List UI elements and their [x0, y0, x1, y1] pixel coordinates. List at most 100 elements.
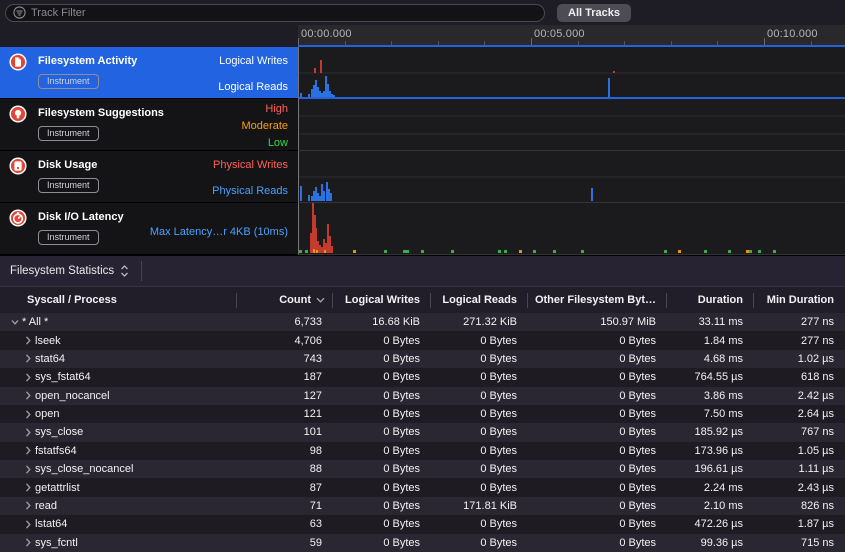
disclosure-collapsed-icon[interactable]: [21, 538, 35, 547]
track-header[interactable]: Disk I/O LatencyInstrumentMax Latency…r …: [0, 203, 298, 255]
value-cell: 0 Bytes: [333, 331, 431, 349]
table-row[interactable]: sys_fstat641870 Bytes0 Bytes0 Bytes764.5…: [0, 368, 845, 386]
table-row[interactable]: * All *6,73316.68 KiB271.32 KiB150.97 Mi…: [0, 313, 845, 331]
ruler-time-label: 00:00.000: [301, 28, 352, 40]
ruler-time-label: 00:05.000: [534, 28, 585, 40]
lane-label: High: [265, 103, 288, 115]
disk-icon: [9, 157, 27, 175]
track-row-disk-i-o-latency[interactable]: Disk I/O LatencyInstrumentMax Latency…r …: [0, 203, 845, 255]
cell-value: 0 Bytes: [383, 500, 420, 512]
value-cell: 71: [237, 497, 333, 515]
track-header[interactable]: Filesystem SuggestionsInstrumentHighMode…: [0, 99, 298, 151]
disclosure-collapsed-icon[interactable]: [21, 391, 35, 400]
track-filter-input[interactable]: [31, 7, 537, 19]
track-chart[interactable]: [298, 99, 845, 151]
cell-value: 0 Bytes: [619, 335, 656, 347]
table-row[interactable]: read710 Bytes171.81 KiB0 Bytes2.10 ms826…: [0, 497, 845, 515]
table-row[interactable]: sys_fcntl590 Bytes0 Bytes0 Bytes99.36 µs…: [0, 534, 845, 552]
table-row[interactable]: sys_close1010 Bytes0 Bytes0 Bytes185.92 …: [0, 423, 845, 441]
track-header[interactable]: Filesystem ActivityInstrumentLogical Wri…: [0, 47, 298, 99]
cell-value: 121: [304, 408, 322, 420]
timeline-ruler[interactable]: 00:00.000 00:05.000 00:10.000: [298, 25, 845, 47]
disclosure-collapsed-icon[interactable]: [21, 501, 35, 510]
track-filter-field[interactable]: [5, 4, 545, 22]
value-cell: 0 Bytes: [431, 368, 528, 386]
lane-label: Physical Writes: [213, 159, 288, 171]
disclosure-collapsed-icon[interactable]: [21, 446, 35, 455]
cell-value: 98: [310, 445, 322, 457]
column-header-syscall-process[interactable]: Syscall / Process: [0, 287, 237, 313]
cell-value: 0 Bytes: [619, 426, 656, 438]
disclosure-collapsed-icon[interactable]: [21, 520, 35, 529]
track-row-filesystem-activity[interactable]: Filesystem ActivityInstrumentLogical Wri…: [0, 47, 845, 99]
table-row[interactable]: lstat64630 Bytes0 Bytes0 Bytes472.26 µs1…: [0, 515, 845, 533]
value-cell: 0 Bytes: [528, 331, 667, 349]
value-cell: 0 Bytes: [431, 478, 528, 496]
track-row-disk-usage[interactable]: Disk UsageInstrumentPhysical WritesPhysi…: [0, 151, 845, 203]
disclosure-collapsed-icon[interactable]: [21, 428, 35, 437]
value-cell: 2.10 ms: [667, 497, 754, 515]
column-header-logical-reads[interactable]: Logical Reads: [431, 287, 528, 313]
track-chart[interactable]: [298, 151, 845, 203]
column-header-min-duration[interactable]: Min Duration: [754, 287, 845, 313]
table-row[interactable]: fstatfs64980 Bytes0 Bytes0 Bytes173.96 µ…: [0, 442, 845, 460]
instrument-badge: Instrument: [38, 178, 99, 193]
value-cell: 0 Bytes: [528, 368, 667, 386]
syscall-name: stat64: [35, 353, 65, 365]
table-row[interactable]: sys_close_nocancel880 Bytes0 Bytes0 Byte…: [0, 460, 845, 478]
value-cell: 0 Bytes: [333, 515, 431, 533]
syscall-cell: * All *: [0, 313, 237, 331]
cell-value: 743: [304, 353, 322, 365]
cell-value: 0 Bytes: [619, 408, 656, 420]
ruler-minor-tick: [671, 41, 672, 45]
column-header-duration[interactable]: Duration: [667, 287, 754, 313]
disclosure-expanded-icon[interactable]: [8, 318, 22, 327]
value-cell: 187: [237, 368, 333, 386]
syscall-name: * All *: [22, 316, 48, 328]
cell-value: 0 Bytes: [480, 537, 517, 549]
cell-value: 87: [310, 482, 322, 494]
cell-value: 185.92 µs: [694, 426, 743, 438]
cell-value: 715 ns: [801, 537, 834, 549]
disclosure-collapsed-icon[interactable]: [21, 483, 35, 492]
disclosure-collapsed-icon[interactable]: [21, 410, 35, 419]
track-header[interactable]: Disk UsageInstrumentPhysical WritesPhysi…: [0, 151, 298, 203]
cell-value: 3.86 ms: [704, 390, 743, 402]
column-header-logical-writes[interactable]: Logical Writes: [333, 287, 431, 313]
ruler-minor-tick: [624, 41, 625, 45]
cell-value: 277 ns: [801, 335, 834, 347]
track-chart[interactable]: [298, 203, 845, 255]
disclosure-collapsed-icon[interactable]: [21, 465, 35, 474]
track-row-filesystem-suggestions[interactable]: Filesystem SuggestionsInstrumentHighMode…: [0, 99, 845, 151]
cell-value: 171.81 KiB: [463, 500, 517, 512]
cell-value: 0 Bytes: [619, 537, 656, 549]
value-cell: 0 Bytes: [431, 515, 528, 533]
syscall-name: read: [35, 500, 57, 512]
table-row[interactable]: open1210 Bytes0 Bytes0 Bytes7.50 ms2.64 …: [0, 405, 845, 423]
value-cell: 767 ns: [754, 423, 845, 441]
disclosure-collapsed-icon[interactable]: [21, 354, 35, 363]
all-tracks-button[interactable]: All Tracks: [557, 4, 631, 22]
value-cell: 0 Bytes: [333, 478, 431, 496]
cell-value: 472.26 µs: [694, 518, 743, 530]
syscall-cell: getattrlist: [0, 478, 237, 496]
cell-value: 0 Bytes: [480, 426, 517, 438]
disclosure-collapsed-icon[interactable]: [21, 336, 35, 345]
disclosure-collapsed-icon[interactable]: [21, 373, 35, 382]
ruler-time-label: 00:10.000: [767, 28, 818, 40]
value-cell: 2.64 µs: [754, 405, 845, 423]
suggestion-icon: [9, 105, 27, 123]
value-cell: 6,733: [237, 313, 333, 331]
column-header-other-filesystem-byt-[interactable]: Other Filesystem Byt…: [528, 287, 667, 313]
table-row[interactable]: open_nocancel1270 Bytes0 Bytes0 Bytes3.8…: [0, 387, 845, 405]
detail-view-selector[interactable]: Filesystem Statistics: [10, 265, 114, 277]
track-chart[interactable]: [298, 47, 845, 99]
cell-value: 0 Bytes: [619, 500, 656, 512]
cell-value: 764.55 µs: [694, 371, 743, 383]
value-cell: 0 Bytes: [528, 405, 667, 423]
cell-value: 0 Bytes: [480, 518, 517, 530]
column-header-count[interactable]: Count: [237, 287, 333, 313]
table-row[interactable]: getattrlist870 Bytes0 Bytes0 Bytes2.24 m…: [0, 478, 845, 496]
table-row[interactable]: stat647430 Bytes0 Bytes0 Bytes4.68 ms1.0…: [0, 350, 845, 368]
table-row[interactable]: lseek4,7060 Bytes0 Bytes0 Bytes1.84 ms27…: [0, 331, 845, 349]
